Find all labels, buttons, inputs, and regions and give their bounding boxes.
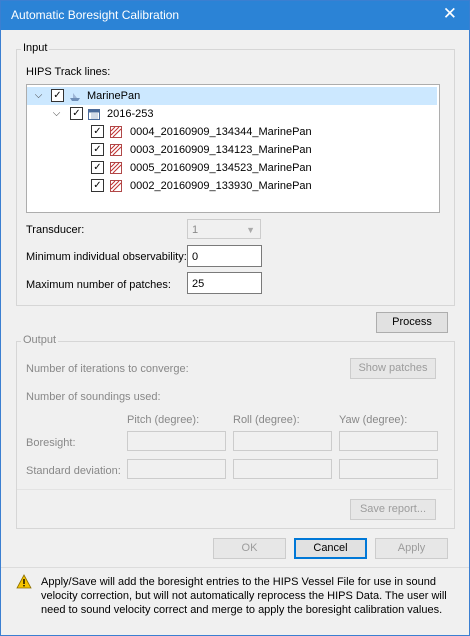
tree-item-label: 0003_20160909_134123_MarinePan (130, 144, 312, 156)
line-checkbox[interactable]: ✓ (91, 125, 104, 138)
max-patches-field[interactable]: 25 (187, 272, 262, 294)
line-checkbox[interactable]: ✓ (91, 179, 104, 192)
boresight-yaw-field[interactable] (339, 431, 438, 451)
tree-item-label: MarinePan (87, 90, 141, 102)
stddev-yaw-field[interactable] (339, 459, 438, 479)
transducer-select[interactable]: 1 ▼ (187, 219, 261, 239)
tree-item-label: 0005_20160909_134523_MarinePan (130, 162, 312, 174)
apply-button[interactable]: Apply (375, 538, 448, 559)
vessel-checkbox[interactable]: ✓ (51, 89, 64, 102)
note-text: Apply/Save will add the boresight entrie… (41, 576, 447, 616)
close-icon[interactable]: ✕ (443, 5, 457, 23)
max-patches-value: 25 (192, 278, 205, 290)
day-checkbox[interactable]: ✓ (70, 107, 83, 120)
stddev-pitch-field[interactable] (127, 459, 226, 479)
tree-item-line[interactable]: ✓ 0004_20160909_134344_MarinePan (27, 123, 437, 141)
tracklines-label: HIPS Track lines: (26, 66, 111, 78)
min-observability-value: 0 (192, 251, 199, 263)
save-report-button[interactable]: Save report... (350, 499, 436, 520)
transducer-value: 1 (192, 224, 199, 236)
min-observability-field[interactable]: 0 (187, 245, 262, 267)
iterations-label: Number of iterations to converge: (26, 363, 189, 375)
line-checkbox[interactable]: ✓ (91, 143, 104, 156)
chevron-down-icon: ▼ (246, 225, 255, 235)
line-checkbox[interactable]: ✓ (91, 161, 104, 174)
chevron-down-icon[interactable]: ⌵ (51, 108, 62, 119)
divider (17, 489, 452, 490)
boresight-roll-field[interactable] (233, 431, 332, 451)
trackline-tree[interactable]: ⌵ ✓ MarinePan ⌵ ✓ 2016-253 ✓ 0004_201609… (26, 84, 440, 213)
divider (1, 567, 469, 568)
trackline-icon (110, 180, 122, 192)
tree-item-label: 0004_20160909_134344_MarinePan (130, 126, 312, 138)
ok-button[interactable]: OK (213, 538, 286, 559)
trackline-icon (110, 126, 122, 138)
boresight-label: Boresight: (26, 437, 76, 449)
transducer-label: Transducer: (26, 224, 85, 236)
min-observability-label: Minimum individual observability: (26, 251, 187, 263)
warning-icon (16, 574, 32, 589)
max-patches-label: Maximum number of patches: (26, 279, 171, 291)
window-title: Automatic Boresight Calibration (11, 8, 180, 22)
stddev-label: Standard deviation: (26, 465, 121, 477)
tree-item-line[interactable]: ✓ 0003_20160909_134123_MarinePan (27, 141, 437, 159)
dialog-window: Automatic Boresight Calibration ✕ Input … (0, 0, 470, 636)
trackline-icon (110, 144, 122, 156)
column-header-pitch: Pitch (degree): (127, 414, 200, 426)
tree-item-label: 0002_20160909_133930_MarinePan (130, 180, 312, 192)
output-group-label: Output (21, 334, 59, 346)
input-group-label: Input (21, 42, 50, 54)
stddev-roll-field[interactable] (233, 459, 332, 479)
title-bar: Automatic Boresight Calibration ✕ (1, 1, 469, 30)
trackline-icon (110, 162, 122, 174)
soundings-label: Number of soundings used: (26, 391, 161, 403)
vessel-icon (70, 93, 80, 101)
tree-item-day[interactable]: ⌵ ✓ 2016-253 (27, 105, 437, 123)
column-header-yaw: Yaw (degree): (339, 414, 408, 426)
boresight-pitch-field[interactable] (127, 431, 226, 451)
tree-item-label: 2016-253 (107, 108, 154, 120)
tree-item-line[interactable]: ✓ 0002_20160909_133930_MarinePan (27, 177, 437, 195)
calendar-icon (88, 109, 100, 120)
tree-item-vessel[interactable]: ⌵ ✓ MarinePan (27, 87, 437, 105)
show-patches-button[interactable]: Show patches (350, 358, 436, 379)
cancel-button[interactable]: Cancel (294, 538, 367, 559)
chevron-down-icon[interactable]: ⌵ (33, 90, 44, 101)
tree-item-line[interactable]: ✓ 0005_20160909_134523_MarinePan (27, 159, 437, 177)
process-button[interactable]: Process (376, 312, 448, 333)
column-header-roll: Roll (degree): (233, 414, 300, 426)
